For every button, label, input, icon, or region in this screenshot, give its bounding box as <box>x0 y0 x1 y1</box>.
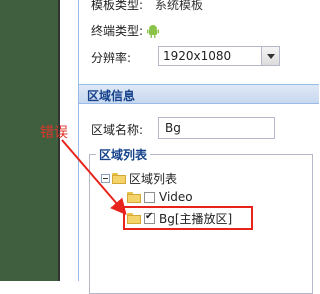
annotation-arrow-icon <box>61 139 127 216</box>
